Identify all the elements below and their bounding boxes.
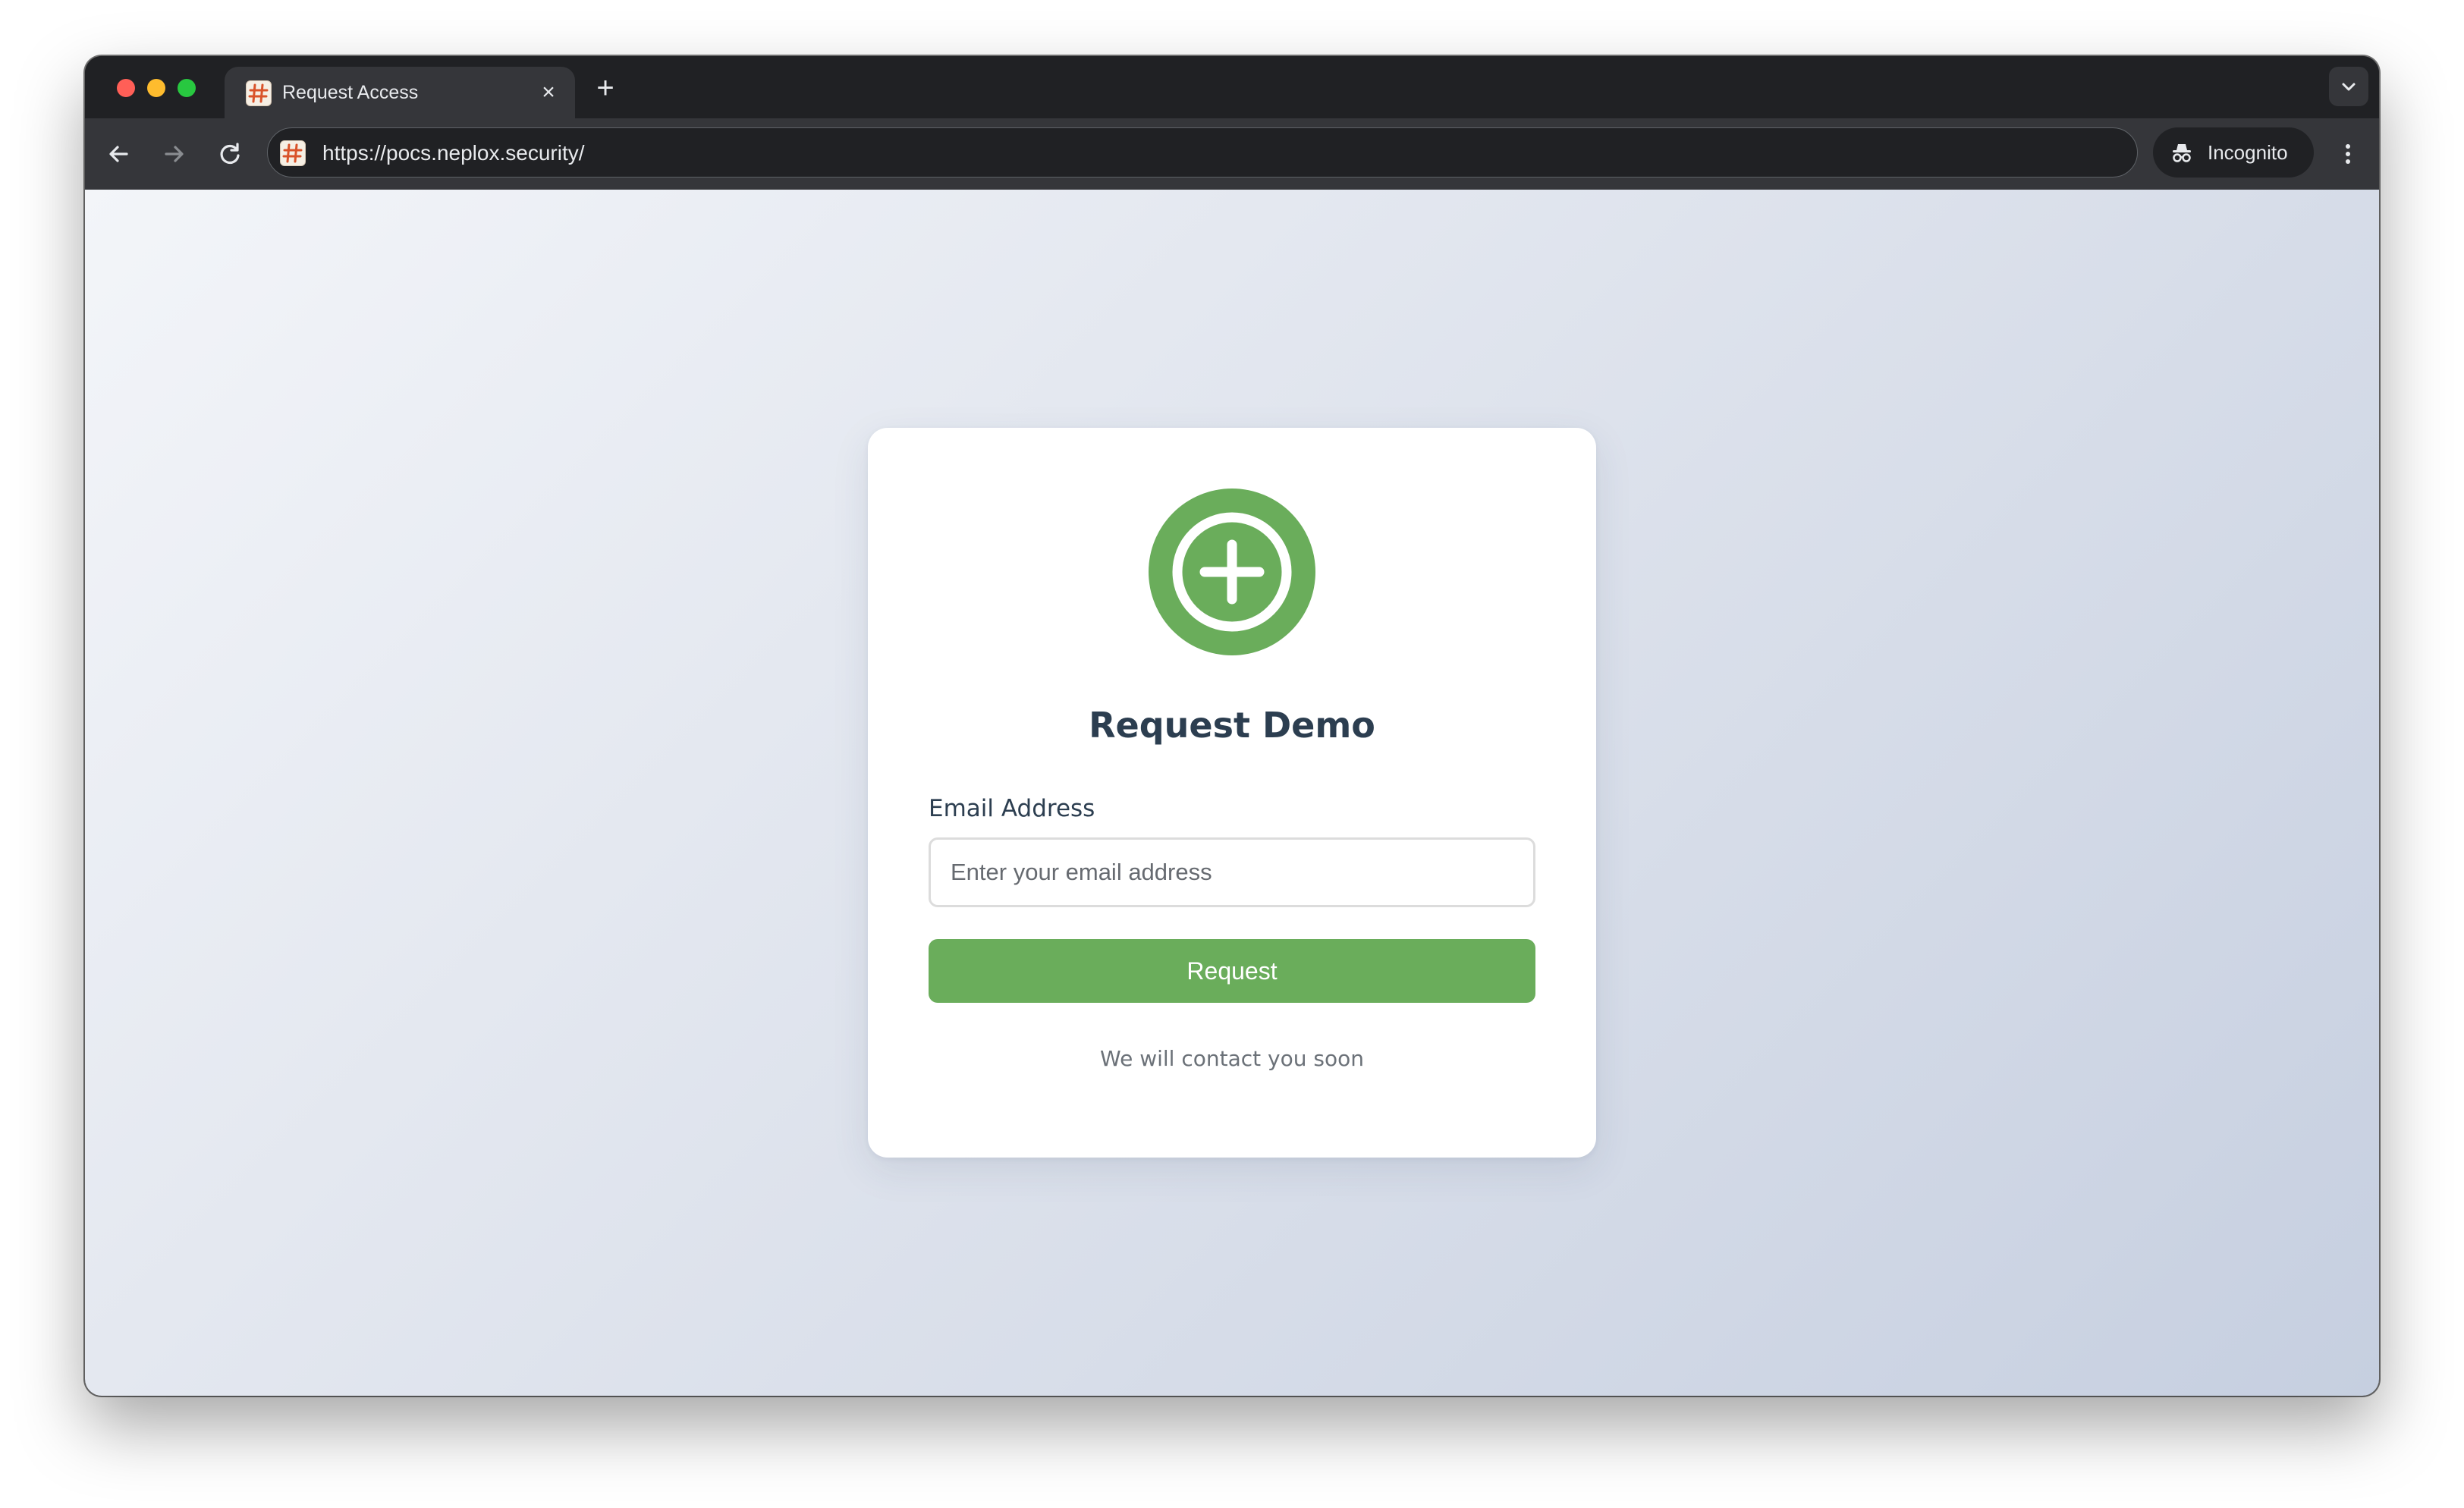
arrow-right-icon bbox=[165, 146, 184, 162]
site-favicon bbox=[246, 80, 272, 106]
browser-window: Request Access × + https://pocs.neplox.s… bbox=[85, 56, 2379, 1396]
request-demo-card: Request Demo Email Address Request We wi… bbox=[868, 428, 1596, 1158]
incognito-indicator[interactable]: Incognito bbox=[2153, 127, 2314, 178]
forward-button[interactable] bbox=[155, 135, 193, 173]
tab-search-button[interactable] bbox=[2329, 67, 2368, 106]
plus-circle-icon bbox=[1149, 489, 1315, 655]
incognito-icon bbox=[2173, 144, 2191, 162]
reload-button[interactable] bbox=[211, 135, 249, 173]
contact-note: We will contact you soon bbox=[1100, 1046, 1364, 1071]
more-vertical-icon bbox=[2346, 144, 2350, 164]
tab-title: Request Access bbox=[282, 82, 419, 103]
email-input[interactable] bbox=[929, 837, 1535, 907]
browser-menu-button[interactable] bbox=[2329, 135, 2367, 173]
request-button[interactable]: Request bbox=[929, 939, 1535, 1003]
close-window-button[interactable] bbox=[117, 79, 135, 97]
address-bar[interactable]: https://pocs.neplox.security/ bbox=[267, 127, 2138, 178]
browser-toolbar: https://pocs.neplox.security/ Incognito bbox=[85, 118, 2379, 190]
minimize-window-button[interactable] bbox=[147, 79, 165, 97]
plus-icon[interactable]: + bbox=[589, 71, 622, 105]
site-info-icon[interactable] bbox=[280, 140, 306, 166]
close-icon[interactable]: × bbox=[536, 80, 561, 105]
back-button[interactable] bbox=[100, 135, 138, 173]
chevron-down-icon bbox=[2342, 83, 2356, 91]
maximize-window-button[interactable] bbox=[178, 79, 196, 97]
arrow-left-icon bbox=[109, 146, 128, 162]
url-text[interactable]: https://pocs.neplox.security/ bbox=[322, 140, 585, 166]
page-content: Request Demo Email Address Request We wi… bbox=[85, 190, 2379, 1396]
incognito-label: Incognito bbox=[2208, 141, 2288, 164]
tab-request-access[interactable]: Request Access × bbox=[225, 67, 575, 118]
reload-icon bbox=[220, 143, 240, 165]
email-label: Email Address bbox=[929, 795, 1095, 822]
tab-strip: Request Access × + bbox=[85, 56, 2379, 118]
page-title: Request Demo bbox=[1089, 705, 1375, 746]
